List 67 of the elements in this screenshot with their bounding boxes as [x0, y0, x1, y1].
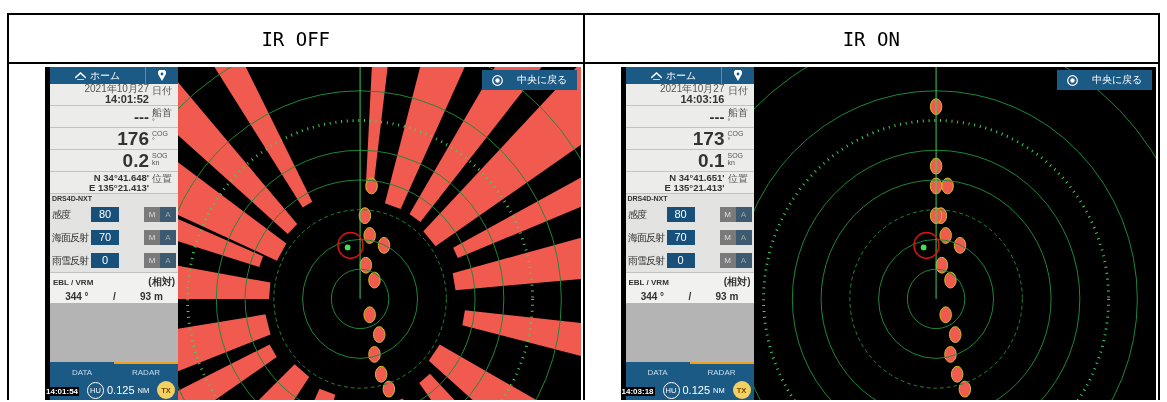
field-label: 日付 — [152, 86, 173, 96]
range-scale: 0.125 — [682, 384, 711, 396]
manual-toggle[interactable]: M — [144, 230, 160, 245]
longitude-text: E 135°21.413' — [89, 182, 149, 192]
control-label: 海面反射 — [52, 230, 88, 245]
field-label: 位置 — [727, 174, 749, 184]
location-pin-icon — [158, 70, 166, 81]
column-header: IR ON — [582, 15, 1158, 62]
range-scale: 0.125 — [107, 384, 135, 396]
mode-label: (相対) — [723, 275, 751, 289]
separator-text: / — [112, 291, 116, 302]
time-text: 14:01:52 — [104, 94, 149, 105]
timestamp-text: 14:01:54 — [45, 387, 80, 396]
target-icon — [491, 74, 503, 86]
ebl-vrm-label: EBL / VRM — [628, 278, 669, 287]
cog-value: 176 — [117, 129, 149, 148]
auto-toggle[interactable]: A — [160, 230, 176, 245]
ebl-vrm-label: EBL / VRM — [53, 278, 94, 287]
manual-toggle[interactable]: M — [719, 230, 736, 245]
field-label: 船首 — [152, 108, 173, 118]
control-label: 感度 — [627, 207, 647, 222]
bearing-value: 344 ° — [65, 291, 89, 302]
target-marker — [912, 231, 940, 260]
field-label: 船首 — [727, 108, 749, 118]
manual-toggle[interactable]: M — [144, 253, 160, 268]
location-pin-icon — [733, 70, 742, 81]
column-header: IR OFF — [260, 26, 332, 52]
time-text: 14:03:16 — [680, 94, 725, 105]
sog-value: 0.2 — [122, 151, 149, 170]
target-marker — [337, 231, 364, 260]
control-label: 雨雪反射 — [52, 253, 88, 268]
value-field[interactable]: 70 — [91, 230, 119, 245]
value-field[interactable]: 0 — [91, 253, 119, 268]
cog-value: 173 — [692, 129, 725, 148]
target-icon — [1067, 74, 1078, 86]
center-button[interactable]: 中央に戻る — [1057, 70, 1152, 90]
date-text: 2021年10月27 — [84, 84, 149, 94]
range-value: 93 m — [140, 291, 163, 302]
center-button[interactable]: 中央に戻る — [481, 70, 577, 90]
latitude-text: N 34°41.651' — [669, 173, 725, 183]
heading-value: --- — [134, 109, 149, 124]
control-label: 感度 — [52, 207, 72, 222]
manual-toggle[interactable]: M — [719, 207, 736, 222]
longitude-text: E 135°21.413' — [664, 182, 725, 192]
date-text: 2021年10月27 — [660, 84, 725, 94]
bearing-value: 344 ° — [640, 291, 665, 302]
control-label: 雨雪反射 — [627, 253, 664, 268]
manual-toggle[interactable]: M — [144, 207, 160, 222]
value-field[interactable]: 80 — [91, 207, 119, 222]
sog-value: 0.1 — [698, 151, 725, 170]
value-field[interactable]: 70 — [666, 230, 695, 245]
heading-value: --- — [709, 109, 725, 124]
manual-toggle[interactable]: M — [719, 253, 736, 268]
value-field[interactable]: 80 — [666, 207, 695, 222]
range-value: 93 m — [715, 291, 739, 302]
field-label: 位置 — [152, 174, 173, 184]
mode-label: (相対) — [148, 275, 175, 289]
value-field[interactable]: 0 — [666, 253, 695, 268]
latitude-text: N 34°41.648' — [93, 173, 149, 183]
home-icon — [650, 71, 662, 80]
field-label: 日付 — [727, 86, 749, 96]
timestamp-text: 14:03:18 — [620, 387, 655, 396]
home-icon — [75, 71, 86, 80]
control-label: 海面反射 — [627, 230, 664, 245]
separator-text: / — [688, 291, 692, 302]
auto-toggle[interactable]: A — [160, 207, 176, 222]
auto-toggle[interactable]: A — [160, 253, 176, 268]
